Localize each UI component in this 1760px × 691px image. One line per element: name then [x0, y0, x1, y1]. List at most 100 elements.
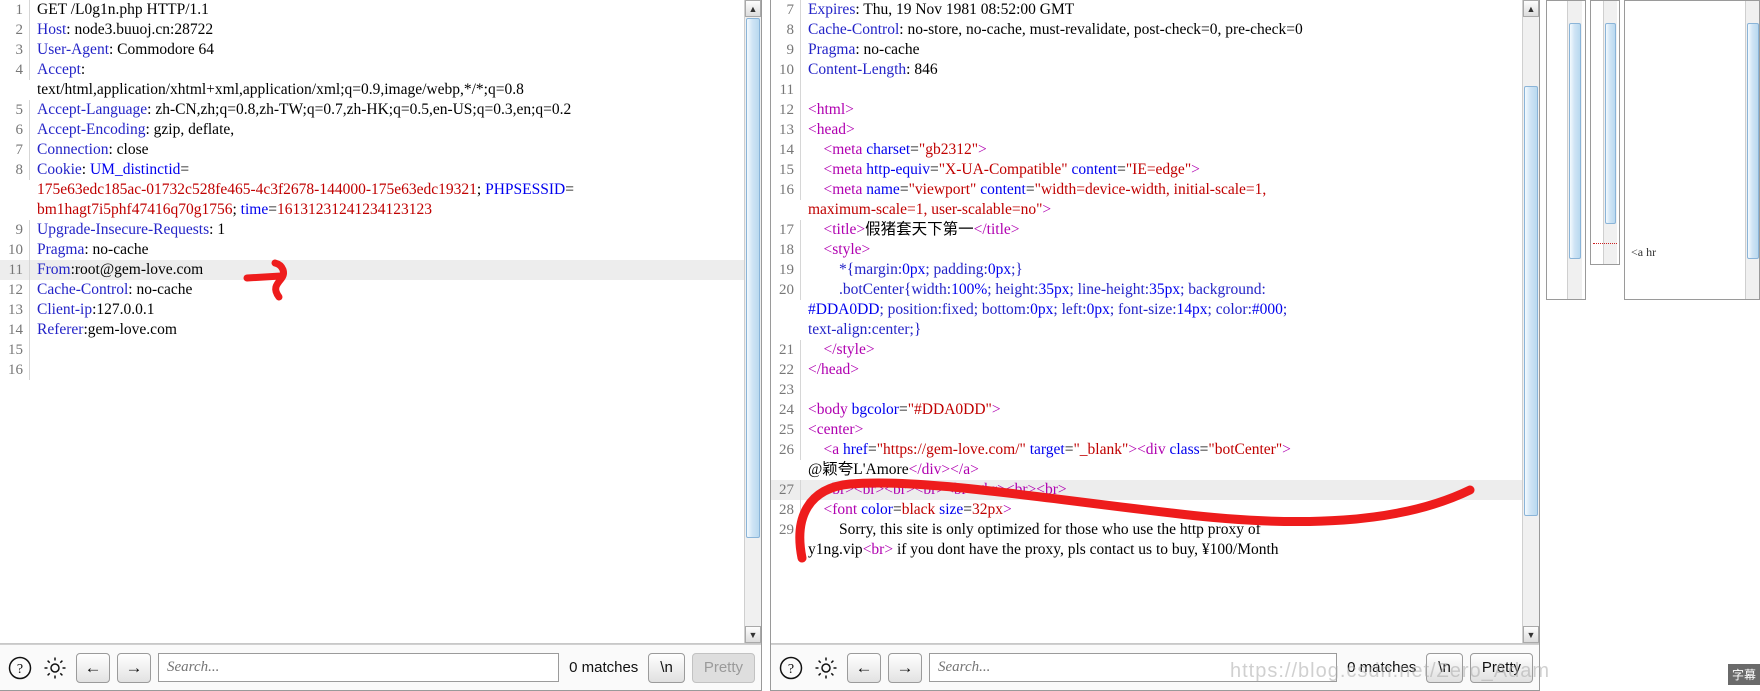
line-text: Accept: text/html,application/xhtml+xml,… — [30, 60, 744, 100]
code-token: #000 — [1251, 301, 1283, 318]
code-token: : 1 — [209, 221, 226, 238]
code-line: 11 From:root@gem-love.com — [0, 260, 744, 280]
code-token: <center> — [808, 421, 864, 438]
code-token: = — [867, 441, 877, 458]
scrollbar-thumb[interactable] — [1747, 23, 1759, 259]
code-token: class — [1169, 441, 1200, 458]
code-token: Accept-Encoding — [37, 121, 146, 138]
watermark-text: https://blog.csdn.net/Zero_Adam — [1230, 660, 1551, 682]
code-token: charset — [866, 141, 911, 158]
line-text: <style> — [801, 240, 1522, 260]
question-mark-icon[interactable]: ? — [6, 654, 34, 682]
scroll-up-icon[interactable]: ▲ — [1523, 0, 1539, 17]
line-number: 5 — [0, 100, 30, 120]
background-window-1[interactable] — [1546, 0, 1586, 300]
code-token: bgcolor — [851, 401, 899, 418]
line-number: 22 — [771, 360, 801, 380]
code-token: @颖夸L'Amore — [808, 461, 909, 478]
search-input[interactable] — [165, 658, 553, 677]
background-scrollbar-3[interactable] — [1745, 1, 1759, 299]
scroll-down-icon[interactable]: ▼ — [1523, 626, 1539, 643]
line-number: 23 — [771, 380, 801, 400]
search-prev-button[interactable]: ← — [76, 652, 110, 683]
code-line: 7 Connection: close — [0, 140, 744, 160]
code-token: : no-cache — [855, 41, 920, 58]
svg-text:?: ? — [17, 662, 23, 677]
line-number: 17 — [771, 220, 801, 240]
question-mark-icon[interactable]: ? — [777, 654, 805, 682]
line-number: 20 — [771, 280, 801, 300]
code-line: 17 <title>假猪套天下第一</title> — [771, 220, 1522, 240]
code-token: <meta — [823, 181, 867, 198]
line-text: Pragma: no-cache — [30, 240, 744, 260]
line-text: <body bgcolor="#DDA0DD"> — [801, 400, 1522, 420]
line-number: 3 — [0, 40, 30, 60]
code-token: <body — [808, 401, 852, 418]
response-code-area[interactable]: 7 Expires: Thu, 19 Nov 1981 08:52:00 GMT 8… — [771, 0, 1522, 643]
code-line: 22 </head> — [771, 360, 1522, 380]
request-editor[interactable]: 1 GET /L0g1n.php HTTP/1.1 2 Host: node3.buu… — [0, 0, 761, 644]
code-token: "botCenter" — [1208, 441, 1283, 458]
code-token: <html> — [808, 101, 854, 118]
code-line: 2 Host: node3.buuoj.cn:28722 — [0, 20, 744, 40]
scrollbar-thumb[interactable] — [746, 18, 760, 538]
code-token: <title> — [823, 221, 866, 238]
pretty-button[interactable]: Pretty — [691, 652, 755, 683]
code-token: : no-store, no-cache, must-revalidate, p… — [899, 21, 1303, 38]
code-line: 9 Upgrade-Insecure-Requests: 1 — [0, 220, 744, 240]
gear-icon[interactable] — [812, 654, 840, 682]
background-scrollbar-1[interactable] — [1567, 1, 1582, 299]
search-input-wrapper[interactable] — [158, 653, 560, 682]
code-line: 20 .botCenter{width:100%; height:35px; l… — [771, 280, 1522, 340]
background-window-2[interactable] — [1590, 0, 1620, 265]
code-token: ; left: — [1053, 301, 1087, 318]
scrollbar-thumb[interactable] — [1524, 86, 1538, 516]
code-token: "X-UA-Compatible" — [938, 161, 1068, 178]
line-text: <center> — [801, 420, 1522, 440]
code-line: 10 Pragma: no-cache — [0, 240, 744, 260]
gear-icon[interactable] — [41, 654, 69, 682]
background-scrollbar-2[interactable] — [1603, 1, 1617, 264]
code-token: 假猪套天下第一 — [865, 221, 974, 238]
line-text: Expires: Thu, 19 Nov 1981 08:52:00 GMT — [801, 0, 1522, 20]
code-line: 23 — [771, 380, 1522, 400]
background-window-3[interactable]: <a hr — [1624, 0, 1760, 300]
line-text: Content-Length: 846 — [801, 60, 1522, 80]
line-text: Accept-Encoding: gzip, deflate, — [30, 120, 744, 140]
code-token: href — [843, 441, 868, 458]
code-line: 9 Pragma: no-cache — [771, 40, 1522, 60]
newline-toggle-button[interactable]: \n — [648, 652, 685, 683]
code-line: 19 *{margin:0px; padding:0px;} — [771, 260, 1522, 280]
search-next-button[interactable]: → — [117, 652, 151, 683]
match-count-label: 0 matches — [569, 659, 639, 676]
request-vertical-scrollbar[interactable]: ▲ ▼ — [744, 0, 761, 643]
code-token: Pragma — [808, 41, 856, 58]
response-editor[interactable]: 7 Expires: Thu, 19 Nov 1981 08:52:00 GMT 8… — [771, 0, 1539, 644]
code-token: : text/html,application/xhtml+xml,applic… — [37, 61, 524, 98]
line-text: <font color=black size=32px> — [801, 500, 1522, 520]
search-next-button[interactable]: → — [888, 652, 922, 683]
code-token: *{margin: — [839, 261, 903, 278]
code-token: target — [1029, 441, 1065, 458]
code-token: > — [1042, 201, 1052, 218]
code-token: UM_distinctid — [89, 161, 181, 178]
code-token: : node3.buuoj.cn:28722 — [66, 21, 214, 38]
code-line: 29 Sorry, this site is only optimized fo… — [771, 520, 1522, 560]
code-token: <style> — [823, 241, 871, 258]
scroll-down-icon[interactable]: ▼ — [745, 626, 761, 643]
code-token: Content-Length — [808, 61, 907, 78]
scroll-up-icon[interactable]: ▲ — [745, 0, 761, 17]
code-token: : 846 — [906, 61, 938, 78]
line-number: 4 — [0, 60, 30, 80]
search-prev-button[interactable]: ← — [847, 652, 881, 683]
scrollbar-thumb[interactable] — [1605, 23, 1616, 224]
code-token: <meta — [823, 161, 867, 178]
code-line: 10 Content-Length: 846 — [771, 60, 1522, 80]
response-vertical-scrollbar[interactable]: ▲ ▼ — [1522, 0, 1539, 643]
code-token: Accept-Language — [37, 101, 148, 118]
scrollbar-thumb[interactable] — [1569, 23, 1581, 259]
line-number: 12 — [771, 100, 801, 120]
request-code-area[interactable]: 1 GET /L0g1n.php HTTP/1.1 2 Host: node3.buu… — [0, 0, 744, 643]
code-line: 14 Referer:gem-love.com — [0, 320, 744, 340]
